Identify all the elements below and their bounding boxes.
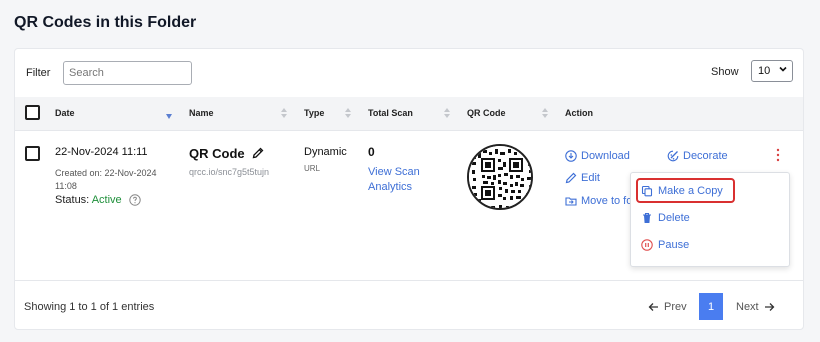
folder-move-icon — [565, 197, 577, 206]
qr-name-cell: QR Code — [189, 146, 264, 161]
next-page-button[interactable]: Next — [736, 301, 775, 313]
edit-link[interactable]: Edit — [565, 172, 600, 184]
row-created-date: Created on: 22-Nov-2024 11:08 — [55, 168, 157, 191]
status-badge: Active — [91, 194, 122, 206]
delete-menu-item[interactable]: Delete — [641, 212, 690, 224]
sort-icon[interactable] — [345, 107, 351, 119]
edit-icon — [565, 172, 577, 184]
qr-code-graphic — [469, 146, 531, 208]
sort-desc-icon[interactable] — [166, 111, 172, 123]
qr-code-image[interactable] — [467, 144, 533, 210]
chevron-down-icon — [779, 66, 787, 72]
help-icon[interactable] — [129, 194, 141, 206]
header-qr-code[interactable]: QR Code — [467, 108, 506, 118]
decorate-icon — [667, 150, 679, 162]
make-a-copy-menu-item[interactable]: Make a Copy — [641, 185, 723, 197]
row-checkbox[interactable] — [25, 146, 40, 161]
qr-name: QR Code — [189, 146, 245, 161]
header-date[interactable]: Date — [55, 108, 75, 118]
status-label: Status: — [55, 194, 90, 206]
footer-divider — [15, 280, 803, 281]
arrow-left-icon — [648, 303, 658, 311]
header-name[interactable]: Name — [189, 108, 214, 118]
sort-icon[interactable] — [444, 107, 450, 119]
sort-icon[interactable] — [542, 107, 548, 119]
next-label: Next — [736, 301, 759, 313]
scan-count: 0 — [368, 145, 375, 159]
make-a-copy-label: Make a Copy — [658, 185, 723, 197]
decorate-link[interactable]: Decorate — [667, 150, 728, 162]
download-icon — [565, 150, 577, 162]
download-label: Download — [581, 150, 630, 162]
filter-label: Filter — [26, 67, 51, 79]
page-1-button[interactable]: 1 — [699, 293, 723, 320]
table-header: Date Name Type Total Scan QR Code Action — [15, 97, 803, 131]
row-status: Status: Active — [55, 194, 141, 206]
decorate-label: Decorate — [683, 150, 728, 162]
edit-label: Edit — [581, 172, 600, 184]
row-actions-dropdown: Make a Copy Delete Pause — [630, 172, 790, 267]
move-to-folder-link[interactable]: Move to fo — [565, 195, 632, 207]
row-date: 22-Nov-2024 11:11 — [55, 146, 148, 158]
trash-icon — [643, 212, 651, 223]
header-total-scan[interactable]: Total Scan — [368, 108, 413, 118]
entries-per-page-value: 10 — [758, 65, 771, 77]
prev-page-button[interactable]: Prev — [648, 301, 687, 313]
sort-icon[interactable] — [281, 107, 287, 119]
copy-icon — [641, 185, 653, 197]
show-label: Show — [711, 66, 739, 78]
qr-table-card: Filter Show 10 Date Name Type Total Scan… — [14, 48, 804, 330]
arrow-right-icon — [764, 303, 775, 311]
search-input[interactable] — [63, 61, 192, 85]
delete-label: Delete — [658, 212, 690, 224]
download-link[interactable]: Download — [565, 150, 630, 162]
page-title: QR Codes in this Folder — [14, 14, 197, 31]
kebab-menu-icon[interactable] — [775, 147, 781, 163]
prev-label: Prev — [664, 301, 687, 313]
pause-menu-item[interactable]: Pause — [641, 239, 689, 251]
view-scan-analytics-link[interactable]: View Scan Analytics — [368, 165, 438, 195]
entries-per-page-select[interactable]: 10 — [751, 60, 793, 82]
pencil-icon[interactable] — [252, 147, 264, 159]
entries-info: Showing 1 to 1 of 1 entries — [24, 301, 155, 313]
qr-type: Dynamic — [304, 146, 347, 158]
move-to-folder-label: Move to fo — [581, 195, 633, 207]
header-type[interactable]: Type — [304, 108, 324, 118]
pause-icon — [641, 239, 653, 251]
header-action: Action — [565, 108, 593, 118]
select-all-checkbox[interactable] — [25, 105, 40, 120]
qr-short-url[interactable]: qrcc.io/snc7g5t5tujn — [189, 167, 269, 177]
pause-label: Pause — [658, 239, 690, 251]
qr-type-sub: URL — [304, 164, 321, 173]
